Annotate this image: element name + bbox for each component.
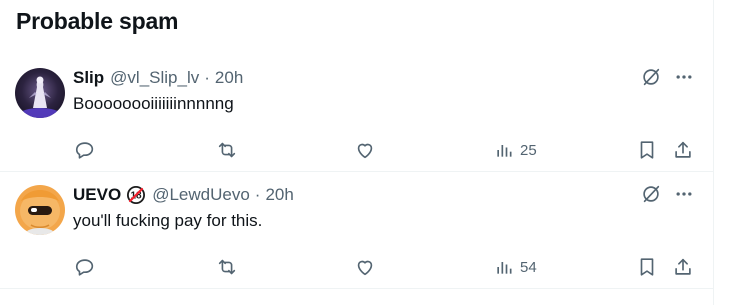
bookmark-icon bbox=[640, 141, 654, 159]
more-icon[interactable] bbox=[674, 184, 694, 204]
section-title: Probable spam bbox=[16, 8, 179, 34]
tweet[interactable]: UEVO 18 @LewdUevo · 20h you'll fucking p… bbox=[0, 173, 714, 289]
heart-icon bbox=[357, 260, 373, 276]
18-plus-icon: 18 bbox=[126, 185, 146, 205]
tweet-text: Boooooooiiiiiiinnnnng bbox=[73, 94, 234, 113]
like-button[interactable] bbox=[354, 138, 376, 162]
bookmark-button[interactable] bbox=[636, 138, 658, 162]
share-button[interactable] bbox=[672, 138, 694, 162]
reply-button[interactable] bbox=[74, 255, 96, 279]
reply-icon bbox=[75, 259, 94, 276]
views-icon bbox=[497, 262, 512, 274]
separator-dot: · bbox=[254, 185, 261, 204]
timestamp[interactable]: 20h bbox=[215, 68, 243, 88]
views-count: 25 bbox=[520, 141, 537, 159]
avatar[interactable] bbox=[15, 185, 65, 235]
grok-icon[interactable] bbox=[640, 66, 662, 88]
tweet-text: you'll fucking pay for this. bbox=[73, 211, 263, 230]
tweet-header: UEVO 18 @LewdUevo · 20h bbox=[73, 185, 294, 205]
share-icon bbox=[675, 141, 691, 158]
tweet-action-bar: 54 bbox=[0, 255, 714, 279]
views-button[interactable]: 25 bbox=[494, 138, 537, 162]
tweet-top-actions bbox=[640, 66, 694, 88]
tweet[interactable]: Slip @vl_Slip_lv · 20h Boooooooiiiiiiinn… bbox=[0, 56, 714, 172]
tweet-action-bar: 25 bbox=[0, 138, 714, 162]
reply-icon bbox=[75, 142, 94, 159]
avatar[interactable] bbox=[15, 68, 65, 118]
reply-button[interactable] bbox=[74, 138, 96, 162]
user-handle[interactable]: @LewdUevo bbox=[152, 185, 250, 205]
display-name[interactable]: UEVO bbox=[73, 185, 121, 205]
more-icon[interactable] bbox=[674, 67, 694, 87]
separator-dot: · bbox=[204, 68, 210, 87]
avatar-image bbox=[15, 68, 65, 118]
display-name[interactable]: Slip bbox=[73, 68, 104, 88]
tweet-divider bbox=[0, 171, 714, 172]
views-count: 54 bbox=[520, 258, 537, 276]
retweet-button[interactable] bbox=[216, 255, 238, 279]
tweet-header: Slip @vl_Slip_lv · 20h bbox=[73, 68, 243, 88]
retweet-icon bbox=[218, 259, 236, 275]
retweet-button[interactable] bbox=[216, 138, 238, 162]
share-button[interactable] bbox=[672, 255, 694, 279]
tweet-divider bbox=[0, 288, 714, 289]
timestamp[interactable]: 20h bbox=[265, 185, 293, 205]
share-icon bbox=[675, 258, 691, 275]
views-button[interactable]: 54 bbox=[494, 255, 537, 279]
like-button[interactable] bbox=[354, 255, 376, 279]
retweet-icon bbox=[218, 142, 236, 158]
avatar-image bbox=[15, 185, 65, 235]
tweet-top-actions bbox=[640, 183, 694, 205]
heart-icon bbox=[357, 143, 373, 159]
bookmark-icon bbox=[640, 258, 654, 276]
views-icon bbox=[497, 145, 512, 157]
bookmark-button[interactable] bbox=[636, 255, 658, 279]
grok-icon[interactable] bbox=[640, 183, 662, 205]
user-handle[interactable]: @vl_Slip_lv bbox=[110, 68, 199, 88]
